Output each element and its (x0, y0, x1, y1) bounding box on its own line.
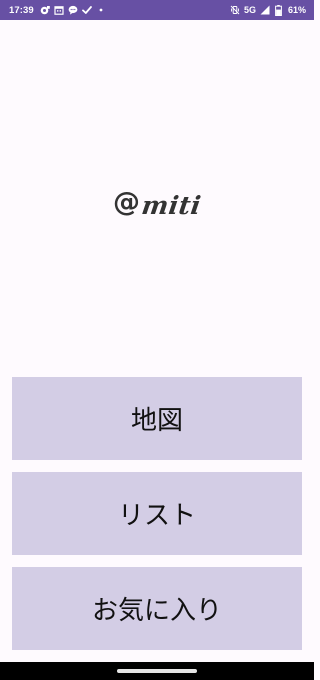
battery-icon (274, 4, 284, 16)
signal-icon (260, 5, 270, 15)
dot-icon (96, 5, 106, 15)
navigation-bar (0, 662, 314, 680)
logo-wordmark: miti (139, 190, 204, 220)
map-button[interactable]: 地図 (12, 377, 302, 460)
status-right: 5G 61% (230, 4, 306, 16)
list-button[interactable]: リスト (12, 472, 302, 555)
vibrate-off-icon (230, 5, 240, 15)
network-type: 5G (243, 5, 256, 15)
check-icon (81, 5, 92, 15)
home-gesture-handle[interactable] (117, 669, 197, 673)
chat-bubble-icon (68, 5, 78, 15)
battery-percent: 61% (287, 5, 306, 15)
status-left: 17:39 (9, 5, 106, 16)
favorites-button[interactable]: お気に入り (12, 567, 302, 650)
status-time: 17:39 (9, 4, 34, 16)
calendar-icon (54, 5, 64, 15)
camera-badge-icon (40, 5, 50, 15)
favorites-button-label: お気に入り (91, 596, 222, 626)
app-screen: 17:39 5G 61% @ miti 地図 リスト お気に入り (0, 0, 314, 680)
status-bar: 17:39 5G 61% (0, 0, 314, 20)
logo-at-symbol: @ (113, 186, 140, 218)
list-button-label: リスト (117, 501, 196, 531)
app-logo: @ miti (0, 180, 314, 224)
map-button-label: 地図 (130, 406, 183, 436)
